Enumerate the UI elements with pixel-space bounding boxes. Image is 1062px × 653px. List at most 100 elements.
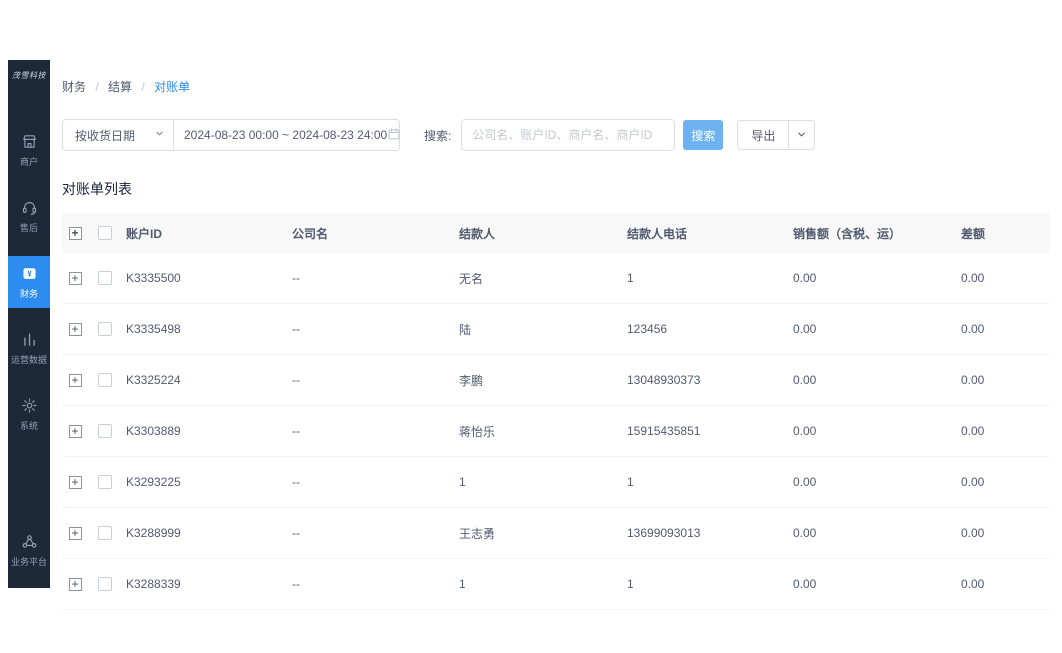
svg-text:¥: ¥ <box>27 269 32 278</box>
table-row: K3288339 -- 1 1 0.00 0.00 <box>62 559 1050 610</box>
chevron-down-icon <box>796 128 807 143</box>
cell-sales-amount: 0.00 <box>789 373 957 387</box>
expand-all-icon[interactable] <box>69 227 82 240</box>
table-row: K3325224 -- 李鹏 13048930373 0.00 0.00 <box>62 355 1050 406</box>
sidebar-item-label: 财务 <box>20 287 38 300</box>
expand-row-icon[interactable] <box>69 527 82 540</box>
select-all-checkbox[interactable] <box>98 226 112 240</box>
header-payee: 结款人 <box>455 225 623 242</box>
cell-account-id: K3288339 <box>122 577 288 591</box>
cell-payee-phone: 1 <box>623 271 789 285</box>
cell-payee-phone: 1 <box>623 475 789 489</box>
row-checkbox[interactable] <box>98 322 112 336</box>
cell-difference: 0.00 <box>957 577 1050 591</box>
table-body: K3335500 -- 无名 1 0.00 0.00 K3335498 -- 陆… <box>62 253 1050 610</box>
cell-payee-phone: 13699093013 <box>623 526 789 540</box>
breadcrumb-item-settlement[interactable]: 结算 <box>108 80 132 94</box>
cell-difference: 0.00 <box>957 322 1050 336</box>
cell-company-name: -- <box>288 271 455 285</box>
export-button[interactable]: 导出 <box>737 120 789 150</box>
header-sales-amount: 销售额（含税、运） <box>789 225 957 242</box>
cell-company-name: -- <box>288 373 455 387</box>
expand-row-icon[interactable] <box>69 374 82 387</box>
row-checkbox[interactable] <box>98 577 112 591</box>
cell-sales-amount: 0.00 <box>789 271 957 285</box>
cell-payee: 无名 <box>455 270 623 287</box>
date-type-select[interactable]: 按收货日期 <box>62 119 174 151</box>
date-range-picker[interactable]: 2024-08-23 00:00 ~ 2024-08-23 24:00 <box>174 119 400 151</box>
table-row: K3335498 -- 陆 123456 0.00 0.00 <box>62 304 1050 355</box>
header-payee-phone: 结款人电话 <box>623 225 789 242</box>
cell-payee: 1 <box>455 577 623 591</box>
sidebar-item-label: 售后 <box>20 221 38 234</box>
cell-payee-phone: 123456 <box>623 322 789 336</box>
sidebar-item-aftersales[interactable]: 售后 <box>8 190 50 242</box>
cell-account-id: K3325224 <box>122 373 288 387</box>
cell-sales-amount: 0.00 <box>789 475 957 489</box>
sidebar-item-label: 系统 <box>20 419 38 432</box>
cell-difference: 0.00 <box>957 526 1050 540</box>
app-logo: 茂雪科技 <box>8 60 50 90</box>
export-dropdown-caret[interactable] <box>788 120 815 150</box>
cell-company-name: -- <box>288 475 455 489</box>
expand-row-icon[interactable] <box>69 323 82 336</box>
expand-row-icon[interactable] <box>69 578 82 591</box>
chevron-down-icon <box>154 128 165 142</box>
sidebar-item-finance[interactable]: ¥ 财务 <box>8 256 50 308</box>
cell-payee: 李鹏 <box>455 372 623 389</box>
cell-account-id: K3288999 <box>122 526 288 540</box>
breadcrumb-item-finance[interactable]: 财务 <box>62 80 86 94</box>
main-content: 财务 / 结算 / 对账单 按收货日期 2024-08-23 00:00 ~ 2… <box>62 60 1050 610</box>
header-company-name: 公司名 <box>288 225 455 242</box>
cell-difference: 0.00 <box>957 373 1050 387</box>
sidebar-item-business-platform[interactable]: 业务平台 <box>8 524 50 576</box>
cell-payee-phone: 13048930373 <box>623 373 789 387</box>
bar-chart-icon <box>21 331 38 348</box>
cell-sales-amount: 0.00 <box>789 577 957 591</box>
statement-table: 账户ID 公司名 结款人 结款人电话 销售额（含税、运） 差额 K3335500… <box>62 213 1050 610</box>
cell-payee: 蒋怡乐 <box>455 423 623 440</box>
sidebar-nav: 商户 售后 ¥ 财务 <box>8 124 50 440</box>
calendar-icon <box>387 127 401 144</box>
header-account-id: 账户ID <box>122 225 288 242</box>
search-label: 搜索: <box>424 127 451 144</box>
breadcrumb-item-statement: 对账单 <box>154 80 190 94</box>
row-checkbox[interactable] <box>98 373 112 387</box>
cell-sales-amount: 0.00 <box>789 424 957 438</box>
row-checkbox[interactable] <box>98 271 112 285</box>
headset-icon <box>21 199 38 216</box>
row-checkbox[interactable] <box>98 475 112 489</box>
cell-payee-phone: 1 <box>623 577 789 591</box>
sidebar-item-system[interactable]: 系统 <box>8 388 50 440</box>
cell-account-id: K3335500 <box>122 271 288 285</box>
breadcrumb-separator: / <box>95 80 98 94</box>
cell-payee-phone: 15915435851 <box>623 424 789 438</box>
cell-company-name: -- <box>288 322 455 336</box>
cell-sales-amount: 0.00 <box>789 322 957 336</box>
search-input[interactable] <box>461 119 675 151</box>
expand-row-icon[interactable] <box>69 272 82 285</box>
search-button[interactable]: 搜索 <box>683 120 723 150</box>
expand-row-icon[interactable] <box>69 476 82 489</box>
row-checkbox[interactable] <box>98 526 112 540</box>
table-header: 账户ID 公司名 结款人 结款人电话 销售额（含税、运） 差额 <box>62 213 1050 253</box>
header-difference: 差额 <box>957 225 1050 242</box>
table-row: K3303889 -- 蒋怡乐 15915435851 0.00 0.00 <box>62 406 1050 457</box>
sidebar-item-merchant[interactable]: 商户 <box>8 124 50 176</box>
cell-difference: 0.00 <box>957 424 1050 438</box>
gear-icon <box>21 397 38 414</box>
sidebar: 茂雪科技 商户 售后 <box>8 60 50 588</box>
cell-payee: 王志勇 <box>455 525 623 542</box>
expand-row-icon[interactable] <box>69 425 82 438</box>
row-checkbox[interactable] <box>98 424 112 438</box>
store-icon <box>21 133 38 150</box>
export-split-button: 导出 <box>737 120 815 150</box>
sidebar-item-operations-data[interactable]: 运营数据 <box>8 322 50 374</box>
cell-difference: 0.00 <box>957 475 1050 489</box>
filter-bar: 按收货日期 2024-08-23 00:00 ~ 2024-08-23 24:0… <box>62 119 1050 151</box>
table-row: K3288999 -- 王志勇 13699093013 0.00 0.00 <box>62 508 1050 559</box>
date-type-value: 按收货日期 <box>75 127 135 144</box>
table-row: K3293225 -- 1 1 0.00 0.00 <box>62 457 1050 508</box>
cell-account-id: K3303889 <box>122 424 288 438</box>
breadcrumb-separator: / <box>141 80 144 94</box>
